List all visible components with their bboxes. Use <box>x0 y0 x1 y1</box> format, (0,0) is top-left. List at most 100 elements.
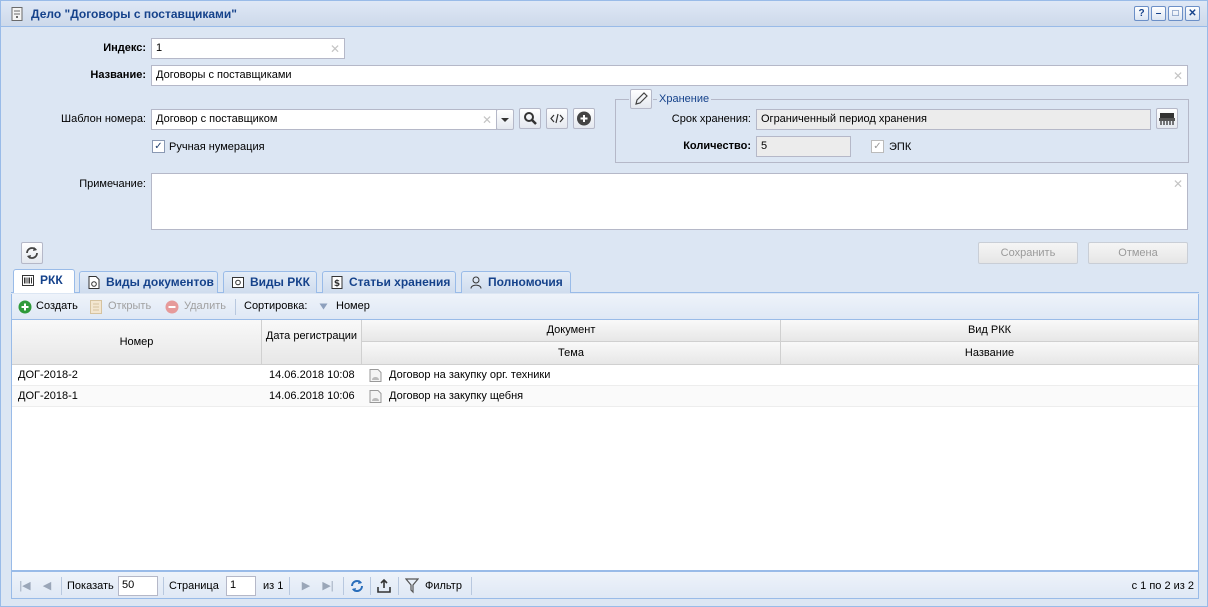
column-header-label: Номер <box>119 336 154 348</box>
edit-storage-button[interactable] <box>630 89 652 109</box>
search-template-button[interactable] <box>519 108 541 129</box>
clear-icon[interactable]: ✕ <box>1173 69 1183 83</box>
create-icon <box>18 300 32 314</box>
manual-numbering-checkbox[interactable]: ✓ <box>152 140 165 153</box>
column-header-label: Дата регистрации <box>265 330 358 342</box>
svg-text:$: $ <box>334 279 340 289</box>
chevron-down-icon <box>501 118 509 122</box>
index-value: 1 <box>156 42 163 54</box>
close-button[interactable]: ✕ <box>1185 6 1200 21</box>
column-group-document: Документ <box>362 320 781 342</box>
minimize-button[interactable]: – <box>1151 6 1166 21</box>
open-button[interactable]: Открыть <box>108 300 151 312</box>
pager-separator <box>343 577 344 595</box>
card-gear-icon <box>232 277 244 288</box>
case-folder-icon <box>11 7 23 21</box>
template-combo[interactable]: Договор с поставщиком ✕ <box>151 109 497 130</box>
next-page-icon[interactable]: ▶ <box>299 579 313 593</box>
template-value: Договор с поставщиком <box>156 113 278 125</box>
code-template-button[interactable] <box>546 108 568 129</box>
column-header-number[interactable]: Номер <box>12 320 262 365</box>
column-group-rkk-type: Вид РКК <box>781 320 1199 342</box>
clear-icon[interactable]: ✕ <box>1173 177 1183 191</box>
pager-summary: с 1 по 2 из 2 <box>1131 580 1194 592</box>
column-group-label: Документ <box>546 324 596 336</box>
page-size-input[interactable]: 50 <box>118 576 158 596</box>
pager-separator <box>289 577 290 595</box>
pager-separator <box>471 577 472 595</box>
barcode-icon <box>22 275 34 286</box>
name-field[interactable]: Договоры с поставщиками ✕ <box>151 65 1188 86</box>
tab-label: Полномочия <box>488 275 563 289</box>
save-button[interactable]: Сохранить <box>978 242 1078 264</box>
pager-separator <box>398 577 399 595</box>
window-titlebar[interactable]: Дело "Договоры с поставщиками" ? – □ ✕ <box>1 1 1207 27</box>
tab-rkk[interactable]: РКК <box>13 269 75 293</box>
clear-icon[interactable]: ✕ <box>482 113 492 127</box>
delete-button[interactable]: Удалить <box>184 300 226 312</box>
delete-icon <box>165 300 179 314</box>
cell-date: 14.06.2018 10:08 <box>269 369 355 381</box>
storage-period-value: Ограниченный период хранения <box>761 113 927 125</box>
toolbar-separator <box>235 299 236 315</box>
tab-label: РКК <box>40 273 63 287</box>
column-group-label: Вид РКК <box>967 324 1012 336</box>
reload-icon[interactable] <box>349 578 365 594</box>
quantity-field[interactable]: 5 <box>756 136 851 157</box>
clear-icon[interactable]: ✕ <box>330 42 340 56</box>
cell-number: ДОГ-2018-2 <box>18 369 78 381</box>
sort-field-button[interactable]: Номер <box>336 300 370 312</box>
window-title: Дело "Договоры с поставщиками" <box>31 7 237 21</box>
cancel-button[interactable]: Отмена <box>1088 242 1188 264</box>
note-label: Примечание: <box>79 178 146 190</box>
last-page-icon[interactable]: ▶| <box>321 579 335 593</box>
filter-button[interactable]: Фильтр <box>425 580 462 592</box>
tab-storage-articles[interactable]: $ Статьи хранения <box>322 271 456 293</box>
tab-rkk-types[interactable]: Виды РКК <box>223 271 317 293</box>
quantity-label: Количество: <box>683 140 751 152</box>
manual-numbering-label: Ручная нумерация <box>169 141 265 153</box>
export-icon[interactable] <box>376 578 392 594</box>
create-button[interactable]: Создать <box>36 300 78 312</box>
document-icon <box>369 390 382 403</box>
table-row[interactable]: ДОГ-2018-1 14.06.2018 10:06 Договор на з… <box>12 386 1198 407</box>
grid-toolbar: Создать Открыть Удалить Сортировка: Номе… <box>11 294 1199 320</box>
epk-checkbox[interactable]: ✓ <box>871 140 884 153</box>
maximize-button[interactable]: □ <box>1168 6 1183 21</box>
column-header-label: Название <box>964 347 1015 359</box>
cell-number: ДОГ-2018-1 <box>18 390 78 402</box>
index-label: Индекс: <box>103 42 146 54</box>
column-header-label: Тема <box>558 347 584 359</box>
page-number-input[interactable]: 1 <box>226 576 256 596</box>
column-header-reg-date[interactable]: Дата регистрации <box>262 320 362 365</box>
tab-document-types[interactable]: Виды документов <box>79 271 218 293</box>
storage-legend-button[interactable] <box>629 89 653 109</box>
name-label: Название: <box>90 69 146 81</box>
template-dropdown-button[interactable] <box>496 109 514 130</box>
tab-label: Статьи хранения <box>349 275 451 289</box>
column-header-name[interactable]: Название <box>781 342 1199 365</box>
note-textarea[interactable]: ✕ <box>151 173 1188 230</box>
archive-shelf-icon <box>1159 113 1175 125</box>
storage-period-picker-button[interactable] <box>1156 108 1178 129</box>
pencil-icon <box>635 92 648 105</box>
cell-topic: Договор на закупку орг. техники <box>389 369 551 381</box>
first-page-icon[interactable]: |◀ <box>18 579 32 593</box>
search-icon <box>524 112 537 125</box>
prev-page-icon[interactable]: ◀ <box>40 579 54 593</box>
add-template-button[interactable] <box>573 108 595 129</box>
refresh-icon <box>26 247 38 259</box>
help-button[interactable]: ? <box>1134 6 1149 21</box>
tab-label: Виды РКК <box>250 275 310 289</box>
tab-permissions[interactable]: Полномочия <box>461 271 571 293</box>
table-row[interactable]: ДОГ-2018-2 14.06.2018 10:08 Договор на з… <box>12 365 1198 386</box>
column-header-topic[interactable]: Тема <box>362 342 781 365</box>
storage-period-field[interactable]: Ограниченный период хранения <box>756 109 1151 130</box>
sort-desc-icon <box>319 303 328 310</box>
page-size-value: 50 <box>122 579 135 591</box>
refresh-form-button[interactable] <box>21 242 43 264</box>
pager-separator <box>61 577 62 595</box>
index-field[interactable]: 1 ✕ <box>151 38 345 59</box>
storage-period-label: Срок хранения: <box>671 113 751 125</box>
article-icon: $ <box>331 276 343 289</box>
